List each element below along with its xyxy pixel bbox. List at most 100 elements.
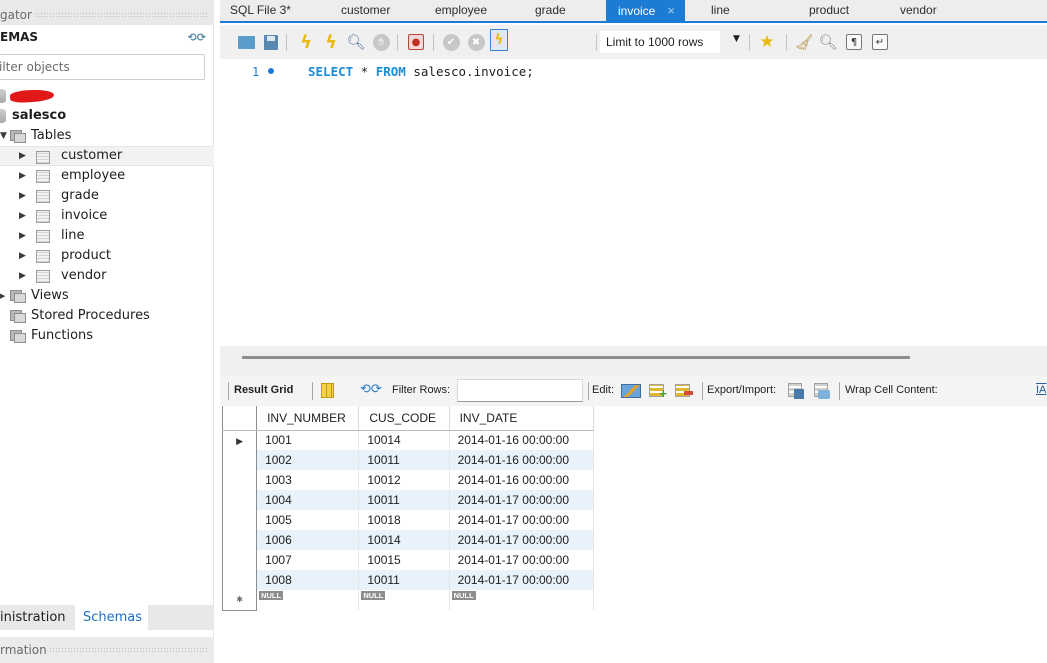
row-header[interactable] [221, 490, 258, 510]
tree-item-table-grade[interactable]: ▶ grade [0, 186, 214, 206]
grid-cell-inv-date[interactable]: 2014-01-17 00:00:00 [449, 490, 595, 510]
grid-cell-inv-date[interactable]: 2014-01-16 00:00:00 [449, 470, 595, 490]
rollback-button[interactable]: ✖ [467, 33, 485, 51]
tab-vendor[interactable]: vendor [900, 0, 937, 21]
add-row-icon[interactable] [649, 384, 667, 401]
collapsed-arrow-icon[interactable]: ▶ [19, 147, 26, 165]
row-header[interactable]: ▶ [221, 430, 258, 450]
tab-sql-file-3[interactable]: SQL File 3* [230, 0, 291, 21]
grid-cell-cus-code[interactable]: 10015 [358, 550, 450, 570]
tab-invoice[interactable]: invoice × [606, 0, 685, 21]
import-icon[interactable] [814, 383, 830, 399]
grid-cell-inv-date[interactable]: 2014-01-16 00:00:00 [449, 450, 595, 470]
tree-item-table-customer[interactable]: ▶ customer [0, 146, 214, 166]
row-header[interactable] [221, 550, 258, 570]
grid-cell-cus-code[interactable]: 10011 [358, 570, 450, 590]
tree-item-table-employee[interactable]: ▶ employee [0, 166, 214, 186]
grid-cell-inv-date[interactable]: 2014-01-17 00:00:00 [449, 570, 595, 590]
invisible-chars-button[interactable]: ¶ [845, 33, 863, 51]
export-icon[interactable] [788, 383, 804, 399]
new-row-cell[interactable]: NULL [449, 590, 595, 610]
close-icon[interactable]: × [667, 3, 675, 18]
row-header[interactable] [221, 570, 258, 590]
grid-cell-cus-code[interactable]: 10011 [358, 490, 450, 510]
tab-employee[interactable]: employee [435, 0, 487, 21]
collapsed-arrow-icon[interactable]: ▶ [19, 266, 26, 286]
column-header-cus-code[interactable]: CUS_CODE [358, 406, 450, 431]
table-row[interactable]: 1004 10011 2014-01-17 00:00:00 [221, 490, 595, 510]
tree-item-views[interactable]: ▶ Views [0, 286, 214, 306]
new-row-cell[interactable]: NULL [256, 590, 360, 610]
tab-administration[interactable]: inistration [0, 605, 72, 630]
filter-objects-input[interactable]: ilter objects [0, 54, 205, 80]
grid-cell-cus-code[interactable]: 10014 [358, 530, 450, 550]
tree-item-salesco[interactable]: salesco [0, 106, 214, 126]
grid-cell-inv-number[interactable]: 1008 [256, 570, 360, 590]
filter-rows-input[interactable] [457, 379, 583, 402]
grid-cell-inv-number[interactable]: 1004 [256, 490, 360, 510]
table-row[interactable]: 1005 10018 2014-01-17 00:00:00 [221, 510, 595, 530]
chevron-down-icon[interactable]: ▼ [733, 34, 740, 44]
collapsed-arrow-icon[interactable]: ▶ [0, 286, 5, 306]
grid-cell-cus-code[interactable]: 10011 [358, 450, 450, 470]
refresh-icon[interactable]: ⟲⟳ [188, 31, 206, 44]
wrap-cell-icon[interactable]: IA [1036, 384, 1046, 396]
column-header-inv-number[interactable]: INV_NUMBER [256, 406, 360, 431]
row-header[interactable] [221, 530, 258, 550]
grid-cell-inv-number[interactable]: 1006 [256, 530, 360, 550]
collapsed-arrow-icon[interactable]: ▶ [19, 206, 26, 226]
sql-editor[interactable]: 1 SELECT * FROM salesco.invoice; [220, 59, 1047, 346]
grid-cell-inv-number[interactable]: 1002 [256, 450, 360, 470]
tree-item-table-product[interactable]: ▶ product [0, 246, 214, 266]
toggle-error-stop-button[interactable]: ● [407, 33, 425, 51]
tree-item-tables[interactable]: ▼ Tables [0, 126, 214, 146]
row-header[interactable] [221, 450, 258, 470]
result-grid-label[interactable]: Result Grid [234, 384, 293, 396]
grid-cell-inv-date[interactable]: 2014-01-17 00:00:00 [449, 550, 595, 570]
grid-cell-cus-code[interactable]: 10012 [358, 470, 450, 490]
collapsed-arrow-icon[interactable]: ▶ [19, 246, 26, 266]
collapsed-arrow-icon[interactable]: ▶ [19, 166, 26, 186]
code-line[interactable]: SELECT * FROM salesco.invoice; [308, 64, 534, 79]
collapsed-arrow-icon[interactable]: ▶ [19, 186, 26, 206]
grid-cell-inv-number[interactable]: 1003 [256, 470, 360, 490]
commit-button[interactable]: ✔ [442, 33, 460, 51]
editor-splitter[interactable] [220, 346, 1047, 376]
tree-item-table-line[interactable]: ▶ line [0, 226, 214, 246]
tree-item-table-invoice[interactable]: ▶ invoice [0, 206, 214, 226]
grid-columns-icon[interactable] [321, 383, 334, 398]
grid-cell-inv-number[interactable]: 1005 [256, 510, 360, 530]
autocommit-toggle[interactable]: ϟ [490, 29, 508, 51]
grid-cell-inv-date[interactable]: 2014-01-16 00:00:00 [449, 430, 595, 450]
refresh-icon[interactable]: ⟲⟳ [360, 381, 382, 397]
grid-cell-cus-code[interactable]: 10014 [358, 430, 450, 450]
collapsed-arrow-icon[interactable]: ▶ [19, 226, 26, 246]
find-replace-button[interactable]: 🔍︎ [818, 33, 837, 51]
row-header[interactable] [221, 510, 258, 530]
tab-grade[interactable]: grade [535, 0, 566, 21]
grid-cell-inv-number[interactable]: 1001 [256, 430, 360, 450]
word-wrap-button[interactable]: ↵ [871, 33, 889, 51]
tab-customer[interactable]: customer [341, 0, 390, 21]
row-header[interactable] [221, 470, 258, 490]
expanded-arrow-icon[interactable]: ▼ [0, 126, 7, 146]
column-header-inv-date[interactable]: INV_DATE [449, 406, 595, 431]
tree-item-redacted-schema[interactable] [0, 86, 214, 106]
table-row[interactable]: 1006 10014 2014-01-17 00:00:00 [221, 530, 595, 550]
save-button[interactable] [262, 33, 280, 51]
table-row[interactable]: 1003 10012 2014-01-16 00:00:00 [221, 470, 595, 490]
tab-line[interactable]: line [711, 0, 730, 21]
tab-product[interactable]: product [809, 0, 849, 21]
tree-item-stored-procedures[interactable]: Stored Procedures [0, 306, 214, 326]
beautify-button[interactable]: 🧹︎ [794, 33, 813, 51]
table-row[interactable]: 1007 10015 2014-01-17 00:00:00 [221, 550, 595, 570]
execute-button[interactable]: ϟ [297, 32, 315, 53]
tree-item-functions[interactable]: Functions [0, 326, 214, 346]
stop-button[interactable]: ✋︎ [372, 33, 390, 51]
limit-rows-select[interactable]: Limit to 1000 rows [600, 31, 720, 53]
horizontal-scrollbar[interactable] [242, 356, 910, 359]
grid-cell-cus-code[interactable]: 10018 [358, 510, 450, 530]
tab-schemas[interactable]: Schemas [75, 605, 148, 630]
add-snippet-button[interactable]: ★ [758, 32, 776, 52]
explain-button[interactable]: 🔍︎ [346, 33, 365, 51]
